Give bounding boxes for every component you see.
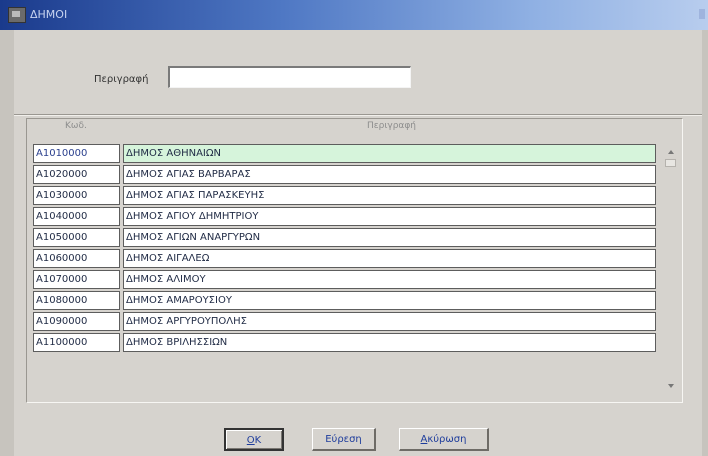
table-row[interactable]: A1080000 ΔΗΜΟΣ ΑΜΑΡΟΥΣΙΟΥ [33,291,658,312]
close-icon[interactable] [699,9,705,19]
cell-description[interactable]: ΔΗΜΟΣ ΑΛΙΜΟΥ [123,270,656,289]
table-row[interactable]: A1070000 ΔΗΜΟΣ ΑΛΙΜΟΥ [33,270,658,291]
cell-description[interactable]: ΔΗΜΟΣ ΑΓΙΩΝ ΑΝΑΡΓΥΡΩΝ [123,228,656,247]
cell-description[interactable]: ΔΗΜΟΣ ΑΡΓΥΡΟΥΠΟΛΗΣ [123,312,656,331]
cell-code[interactable]: A1030000 [33,186,120,205]
cell-code[interactable]: A1050000 [33,228,120,247]
cell-description[interactable]: ΔΗΜΟΣ ΑΓΙΑΣ ΒΑΡΒΑΡΑΣ [123,165,656,184]
grid-rows: A1010000 ΔΗΜΟΣ ΑΘΗΝΑΙΩΝ A1020000 ΔΗΜΟΣ ΑΓΙΑ… [33,144,658,354]
search-label: Περιγραφή [94,74,149,85]
table-row[interactable]: A1100000 ΔΗΜΟΣ ΒΡΙΛΗΣΣΙΩΝ [33,333,658,354]
title-bar[interactable]: ΔΗΜΟΙ [0,0,708,30]
table-row[interactable]: A1040000 ΔΗΜΟΣ ΑΓΙΟΥ ΔΗΜΗΤΡΙΟΥ [33,207,658,228]
cell-code[interactable]: A1040000 [33,207,120,226]
cancel-button[interactable]: Ακύρωση [399,428,489,451]
cell-code[interactable]: A1100000 [33,333,120,352]
ok-label: K [254,435,262,446]
window-frame-right [701,30,708,456]
find-label: Εύρεση [325,434,362,445]
cell-code[interactable]: A1010000 [33,144,120,163]
cell-description[interactable]: ΔΗΜΟΣ ΒΡΙΛΗΣΣΙΩΝ [123,333,656,352]
window-frame-left [0,30,15,456]
dialog-window: ΔΗΜΟΙ Περιγραφή Κωδ. Περιγραφή A1010000 Δ… [0,0,708,456]
window-title: ΔΗΜΟΙ [30,8,68,21]
table-row[interactable]: A1090000 ΔΗΜΟΣ ΑΡΓΥΡΟΥΠΟΛΗΣ [33,312,658,333]
table-row[interactable]: A1060000 ΔΗΜΟΣ ΑΙΓΑΛΕΩ [33,249,658,270]
column-header-description: Περιγραφή [367,121,417,131]
divider [14,114,702,116]
cell-description[interactable]: ΔΗΜΟΣ ΑΜΑΡΟΥΣΙΟΥ [123,291,656,310]
cell-code[interactable]: A1090000 [33,312,120,331]
app-window-icon [8,7,26,23]
cell-description[interactable]: ΔΗΜΟΣ ΑΙΓΑΛΕΩ [123,249,656,268]
arrow-up-icon[interactable] [665,146,676,158]
table-row[interactable]: A1050000 ΔΗΜΟΣ ΑΓΙΩΝ ΑΝΑΡΓΥΡΩΝ [33,228,658,249]
vertical-scrollbar[interactable] [663,144,679,394]
ok-button[interactable]: OK [224,428,284,451]
search-input[interactable] [168,66,411,88]
column-header-code: Κωδ. [65,121,87,131]
search-row: Περιγραφή [14,66,702,90]
cell-description[interactable]: ΔΗΜΟΣ ΑΓΙΑΣ ΠΑΡΑΣΚΕΥΗΣ [123,186,656,205]
cell-description[interactable]: ΔΗΜΟΣ ΑΘΗΝΑΙΩΝ [123,144,656,163]
table-row[interactable]: A1020000 ΔΗΜΟΣ ΑΓΙΑΣ ΒΑΡΒΑΡΑΣ [33,165,658,186]
cell-code[interactable]: A1080000 [33,291,120,310]
dialog-panel: Περιγραφή Κωδ. Περιγραφή A1010000 ΔΗΜΟΣ Α… [14,30,702,456]
results-grid: Κωδ. Περιγραφή A1010000 ΔΗΜΟΣ ΑΘΗΝΑΙΩΝ A10… [26,118,683,403]
table-row[interactable]: A1010000 ΔΗΜΟΣ ΑΘΗΝΑΙΩΝ [33,144,658,165]
scrollbar-thumb[interactable] [665,159,676,167]
cell-code[interactable]: A1060000 [33,249,120,268]
cell-description[interactable]: ΔΗΜΟΣ ΑΓΙΟΥ ΔΗΜΗΤΡΙΟΥ [123,207,656,226]
cancel-label: κύρωση [427,434,467,445]
find-button[interactable]: Εύρεση [312,428,376,451]
cell-code[interactable]: A1020000 [33,165,120,184]
table-row[interactable]: A1030000 ΔΗΜΟΣ ΑΓΙΑΣ ΠΑΡΑΣΚΕΥΗΣ [33,186,658,207]
ok-mnemonic: O [246,435,255,446]
arrow-down-icon[interactable] [665,380,676,392]
cell-code[interactable]: A1070000 [33,270,120,289]
